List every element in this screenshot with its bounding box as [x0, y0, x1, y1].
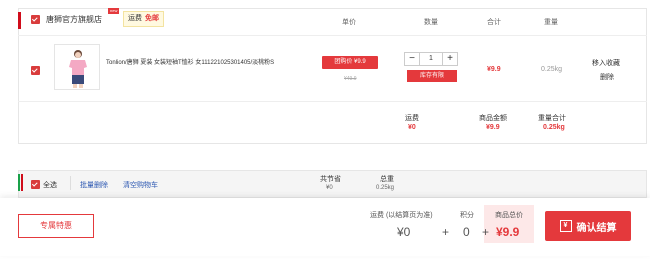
product-name-link[interactable]: Tonlion/唐狮 夏装 女装短袖T恤衫 女111221025301405/淡… — [106, 58, 302, 69]
points-value: 0 — [463, 225, 470, 239]
plus-sign-1: + — [442, 225, 450, 239]
select-all-label[interactable]: 全选 — [43, 180, 57, 190]
summary-weight-value: 0.25kg — [543, 124, 565, 131]
saved-label: 共节省 — [320, 176, 341, 183]
product-image-icon — [55, 45, 99, 89]
shipping-free-label: 免邮 — [145, 15, 159, 22]
total-price-label: 商品总价 — [495, 212, 523, 219]
delete-item-link[interactable]: 删除 — [600, 72, 614, 82]
original-price: ¥49.9 — [344, 76, 357, 82]
clear-cart-link[interactable]: 清空购物车 — [123, 180, 158, 190]
select-accent-bar-green — [18, 174, 20, 191]
column-quantity: 数量 — [424, 19, 438, 26]
store-new-badge: new — [108, 8, 120, 14]
total-weight-value: 0.25kg — [376, 185, 395, 191]
column-unit-price: 单价 — [342, 19, 356, 26]
exclusive-offer-button[interactable]: 专属特惠 — [18, 214, 94, 238]
group-buy-price-tag: 团购价 ¥9.9 — [322, 56, 378, 69]
saved-value: ¥0 — [326, 185, 333, 191]
move-to-favorites-link[interactable]: 移入收藏 — [592, 58, 620, 68]
limited-stock-badge: 库存有限 — [407, 70, 457, 82]
plus-sign-2: + — [482, 225, 490, 239]
column-weight: 重量 — [544, 19, 558, 26]
cart-page: 唐狮官方旗舰店 new 运费 免邮 单价 数量 合计 重量 Tonlion/唐狮 … — [0, 0, 650, 269]
yen-icon: ¥ — [559, 220, 572, 232]
store-accent-bar — [18, 12, 21, 29]
product-thumbnail[interactable] — [54, 44, 100, 90]
quantity-decrease-button[interactable]: − — [405, 53, 419, 65]
total-price-value: ¥9.9 — [496, 225, 520, 239]
store-name[interactable]: 唐狮官方旗舰店 — [46, 14, 102, 25]
summary-freight-value: ¥0 — [408, 124, 416, 131]
select-accent-bar-red — [21, 174, 23, 191]
quantity-stepper: − 1 + — [404, 52, 458, 66]
divider — [70, 176, 71, 190]
item-weight: 0.25kg — [541, 66, 563, 73]
shipping-label: 运费 — [128, 15, 142, 22]
item-total-price: ¥9.9 — [487, 66, 501, 73]
confirm-checkout-button[interactable]: ¥ 确认结算 — [545, 211, 631, 241]
points-label: 积分 — [460, 212, 474, 219]
item-checkbox[interactable] — [31, 66, 40, 75]
summary-amount-label: 商品金额 — [479, 115, 507, 122]
select-all-checkbox[interactable] — [31, 180, 40, 189]
confirm-checkout-label: 确认结算 — [576, 222, 617, 234]
summary-weight-label: 重量合计 — [538, 115, 566, 122]
total-weight-label: 总重 — [380, 176, 394, 183]
store-checkbox[interactable] — [31, 15, 40, 24]
summary-freight-label: 运费 — [405, 115, 419, 122]
quantity-increase-button[interactable]: + — [443, 53, 457, 65]
quantity-input[interactable]: 1 — [419, 53, 443, 65]
checkout-freight-value: ¥0 — [397, 225, 411, 239]
summary-amount-value: ¥9.9 — [486, 124, 500, 131]
batch-delete-link[interactable]: 批量删除 — [80, 180, 108, 190]
column-subtotal: 合计 — [487, 19, 501, 26]
checkout-freight-label: 运费 (以结算页为准) — [370, 212, 433, 219]
shipping-badge: 运费 免邮 — [123, 11, 164, 27]
